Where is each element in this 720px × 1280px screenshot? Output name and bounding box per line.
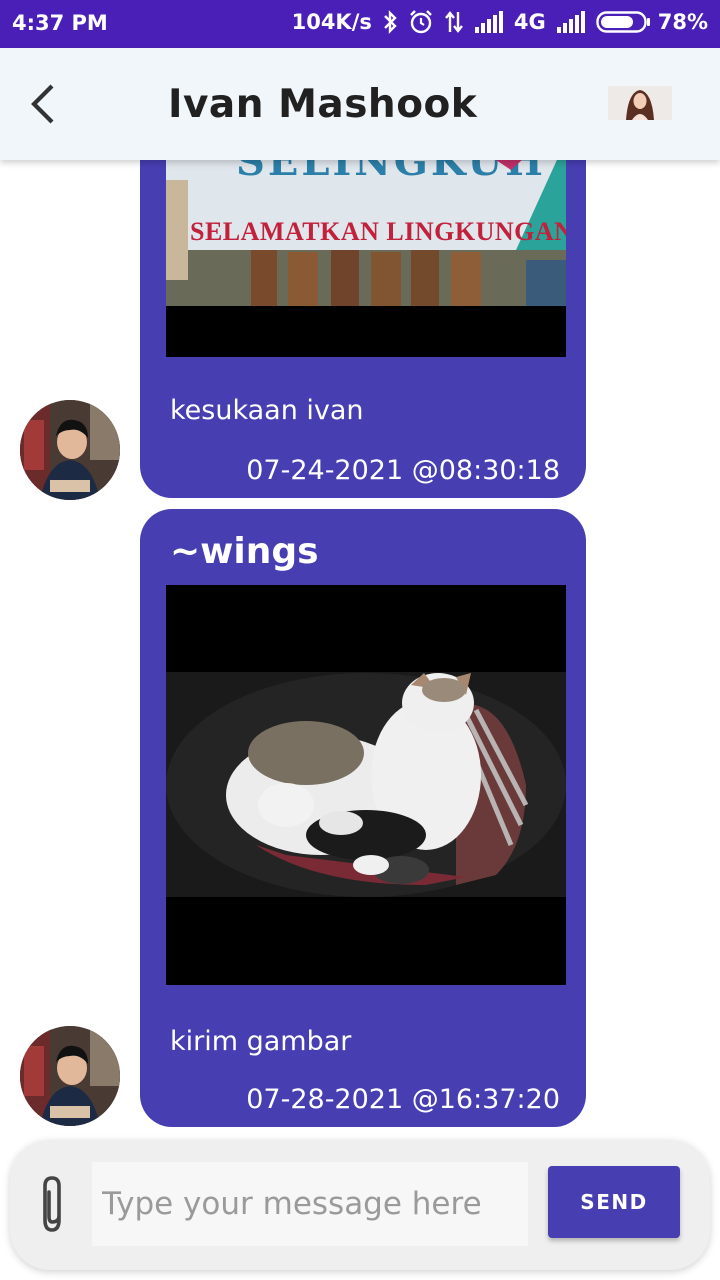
- banner-text-top: SELINGKUH: [236, 160, 546, 185]
- chevron-left-icon: [31, 84, 54, 124]
- network-speed: 104K/s: [291, 10, 372, 34]
- message-bubble: ~wings kirim gambar 07-28-2021 @16:37:20: [140, 509, 586, 1127]
- bluetooth-icon: [382, 10, 398, 34]
- message-sender: ~wings: [170, 531, 319, 572]
- status-bar: 4:37 PM 104K/s 4G 78%: [0, 0, 720, 48]
- alarm-icon: [408, 9, 434, 35]
- chat-area[interactable]: SELINGKUH SELAMATKAN LINGKUNGAN HIDUP ke…: [0, 160, 720, 1135]
- battery-percent: 78%: [657, 10, 708, 34]
- status-time: 4:37 PM: [12, 11, 108, 35]
- attach-button[interactable]: [32, 1172, 72, 1238]
- signal-icon: [556, 11, 586, 33]
- message-bubble: SELINGKUH SELAMATKAN LINGKUNGAN HIDUP ke…: [140, 160, 586, 498]
- signal-icon: [474, 11, 504, 33]
- paperclip-icon: [43, 1176, 61, 1232]
- network-type: 4G: [513, 10, 546, 34]
- contact-avatar[interactable]: [608, 86, 672, 120]
- battery: 78%: [596, 10, 708, 34]
- back-button[interactable]: [22, 78, 66, 130]
- data-transfer-icon: [444, 10, 464, 34]
- message-text: kirim gambar: [170, 1026, 352, 1057]
- banner-photo[interactable]: SELINGKUH SELAMATKAN LINGKUNGAN HIDUP: [166, 160, 566, 357]
- battery-icon: [596, 11, 650, 33]
- page-title: Ivan Mashook: [168, 82, 478, 127]
- message-text: kesukaan ivan: [170, 395, 364, 426]
- cats-photo[interactable]: [166, 585, 566, 985]
- message-input[interactable]: [92, 1162, 528, 1246]
- banner-text-bottom: SELAMATKAN LINGKUNGAN HIDUP: [190, 217, 566, 246]
- avatar[interactable]: [20, 1026, 120, 1126]
- message-timestamp: 07-24-2021 @08:30:18: [246, 455, 560, 486]
- avatar[interactable]: [20, 400, 120, 500]
- send-button[interactable]: SEND: [548, 1166, 680, 1238]
- app-bar: Ivan Mashook: [0, 48, 720, 160]
- status-icons: 104K/s 4G 78%: [292, 9, 708, 35]
- message-timestamp: 07-28-2021 @16:37:20: [246, 1084, 560, 1115]
- composer-bar: SEND: [10, 1140, 710, 1270]
